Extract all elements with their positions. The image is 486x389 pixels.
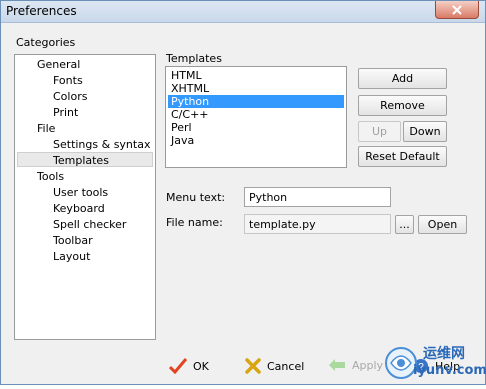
tree-item-tools[interactable]: Tools: [37, 169, 64, 184]
add-button[interactable]: Add: [358, 68, 447, 89]
down-button[interactable]: Down: [403, 121, 447, 142]
list-item-c-cpp[interactable]: C/C++: [168, 108, 344, 121]
tree-item-colors[interactable]: Colors: [53, 89, 87, 104]
browse-button[interactable]: ...: [395, 215, 414, 234]
window-title: Preferences: [6, 4, 77, 18]
title-bar: Preferences: [1, 1, 485, 23]
tree-item-fonts[interactable]: Fonts: [53, 73, 83, 88]
apply-button[interactable]: Apply: [328, 358, 383, 372]
list-item-html[interactable]: HTML: [168, 69, 344, 82]
watermark-text-domain: iyunv.com: [413, 363, 486, 378]
preferences-window: Preferences Categories General Fonts Col…: [0, 0, 486, 385]
reset-default-button[interactable]: Reset Default: [358, 146, 447, 167]
tree-item-file[interactable]: File: [37, 121, 55, 136]
ok-button[interactable]: OK: [169, 358, 209, 374]
categories-tree[interactable]: General Fonts Colors Print File Settings…: [14, 54, 156, 340]
tree-item-user-tools[interactable]: User tools: [53, 185, 108, 200]
site-watermark: 运维网 iyunv.com: [383, 341, 486, 386]
apply-label: Apply: [352, 358, 384, 372]
watermark-text-cn: 运维网: [423, 346, 465, 362]
file-name-label: File name:: [166, 216, 223, 229]
tree-item-toolbar[interactable]: Toolbar: [53, 233, 93, 248]
file-name-field[interactable]: template.py: [244, 214, 391, 234]
cancel-label: Cancel: [267, 359, 305, 373]
tree-item-print[interactable]: Print: [53, 105, 78, 120]
list-item-perl[interactable]: Perl: [168, 121, 344, 134]
ok-label: OK: [193, 359, 209, 373]
tree-item-layout[interactable]: Layout: [53, 249, 90, 264]
list-item-java[interactable]: Java: [168, 134, 344, 147]
close-icon: [452, 4, 462, 15]
menu-text-field[interactable]: Python: [244, 187, 391, 207]
tree-item-keyboard[interactable]: Keyboard: [53, 201, 105, 216]
back-arrow-icon: [328, 358, 346, 372]
cancel-x-icon: [245, 358, 261, 374]
remove-button[interactable]: Remove: [358, 95, 447, 116]
list-item-xhtml[interactable]: XHTML: [168, 82, 344, 95]
cancel-button[interactable]: Cancel: [245, 358, 304, 374]
templates-list[interactable]: HTML XHTML Python C/C++ Perl Java: [165, 66, 347, 168]
menu-text-label: Menu text:: [166, 191, 226, 204]
categories-label: Categories: [16, 36, 76, 49]
up-button[interactable]: Up: [358, 121, 401, 142]
open-button[interactable]: Open: [418, 215, 467, 234]
tree-item-spell-checker[interactable]: Spell checker: [53, 217, 126, 232]
templates-label: Templates: [166, 52, 222, 65]
tree-item-settings-syntax[interactable]: Settings & syntax: [53, 137, 150, 152]
tree-item-templates[interactable]: Templates: [17, 152, 153, 167]
checkmark-icon: [169, 358, 187, 374]
list-item-python[interactable]: Python: [168, 95, 344, 108]
tree-item-general[interactable]: General: [37, 57, 80, 72]
close-button[interactable]: [435, 1, 479, 19]
